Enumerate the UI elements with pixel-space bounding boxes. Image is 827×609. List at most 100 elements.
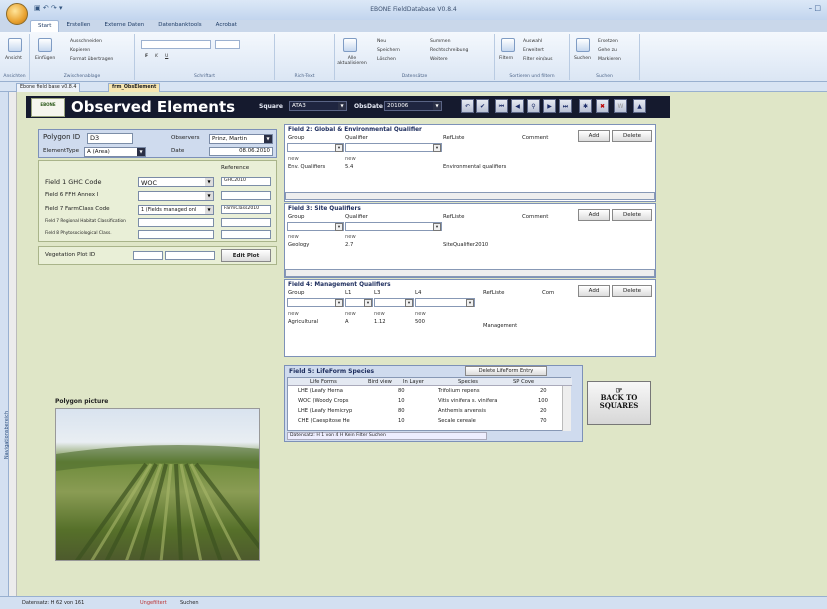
- font-family-select[interactable]: [141, 40, 211, 49]
- doc-tab-switchboard[interactable]: Ebone field base v0.8.4: [16, 83, 81, 92]
- first-record-icon[interactable]: ⏮: [495, 99, 508, 113]
- field1-reference[interactable]: GHC2010: [221, 177, 271, 186]
- table-cell[interactable]: LHE (Leafy Hemicryp: [298, 408, 352, 414]
- table-cell[interactable]: 10: [398, 398, 405, 404]
- field1-select[interactable]: WOC ▼: [138, 177, 214, 187]
- field8-reference[interactable]: [221, 230, 271, 239]
- table-cell[interactable]: Vitis vinifera s. vinifera: [438, 398, 498, 404]
- table-cell[interactable]: 80: [398, 388, 405, 394]
- col-header[interactable]: Bird view: [368, 379, 392, 385]
- excel-icon[interactable]: ▲: [633, 99, 646, 113]
- filter-icon[interactable]: [501, 38, 515, 52]
- tab-datenbanktools[interactable]: Datenbanktools: [151, 20, 208, 32]
- observers-select[interactable]: Prinz, Martin ▼: [209, 134, 273, 144]
- field7-regional-reference[interactable]: [221, 218, 271, 227]
- delete-record-icon[interactable]: ✖: [596, 99, 609, 113]
- field6-reference[interactable]: [221, 191, 271, 200]
- table-cell[interactable]: Env. Qualifiers: [288, 164, 325, 170]
- table-cell[interactable]: 10: [398, 418, 405, 424]
- copy-button[interactable]: Kopieren: [70, 48, 90, 53]
- table-cell[interactable]: CHE (Caespitose He: [298, 418, 350, 424]
- delete-lifeform-button[interactable]: Delete LifeForm Entry: [465, 366, 547, 376]
- field6-select[interactable]: ▼: [138, 191, 214, 201]
- binoculars-icon[interactable]: ⚲: [527, 99, 540, 113]
- view-icon[interactable]: [8, 38, 22, 52]
- table-cell[interactable]: 100: [538, 398, 548, 404]
- ansicht-button[interactable]: Ansicht: [5, 56, 22, 61]
- field8-input[interactable]: [138, 230, 214, 239]
- vegplot-input-1[interactable]: [133, 251, 163, 260]
- field2-add-button[interactable]: Add: [578, 130, 610, 142]
- table-cell[interactable]: Anthemis arvensis: [438, 408, 486, 414]
- new-row-cell[interactable]: new: [345, 311, 356, 317]
- word-icon[interactable]: W: [614, 99, 627, 113]
- horizontal-scrollbar[interactable]: [285, 269, 655, 277]
- paste-button[interactable]: Einfügen: [35, 56, 55, 61]
- qualifier-filter-select[interactable]: ▾: [345, 222, 442, 231]
- table-cell[interactable]: Secale cereale: [438, 418, 476, 424]
- obsdate-select[interactable]: 201006 ▼: [384, 101, 442, 111]
- field4-delete-button[interactable]: Delete: [612, 285, 652, 297]
- new-row-cell[interactable]: new: [288, 156, 299, 162]
- new-row-cell[interactable]: new: [345, 156, 356, 162]
- refresh-all-button[interactable]: Alle aktualisieren: [337, 56, 367, 66]
- binoculars-icon[interactable]: [576, 38, 590, 52]
- refresh-icon[interactable]: [343, 38, 357, 52]
- last-record-icon[interactable]: ⏭: [559, 99, 572, 113]
- qualifier-filter-select[interactable]: ▾: [345, 143, 442, 152]
- table-cell[interactable]: WOC (Woody Crops: [298, 398, 349, 404]
- goto-button[interactable]: Gehe zu: [598, 48, 617, 53]
- totals-button[interactable]: Summen: [430, 39, 451, 44]
- toggle-filter-button[interactable]: Filter ein/aus: [523, 57, 553, 62]
- save-record-button[interactable]: Speichern: [377, 48, 400, 53]
- col-header[interactable]: In Layer: [403, 379, 424, 385]
- table-cell[interactable]: 20: [540, 388, 547, 394]
- field4-add-button[interactable]: Add: [578, 285, 610, 297]
- table-cell[interactable]: 500: [415, 319, 425, 325]
- record-selector[interactable]: [9, 92, 17, 597]
- table-cell[interactable]: 20: [540, 408, 547, 414]
- delete-record-button[interactable]: Löschen: [377, 57, 396, 62]
- table-cell[interactable]: Trifolium repens: [438, 388, 480, 394]
- select-button[interactable]: Markieren: [598, 57, 621, 62]
- new-row-cell[interactable]: new: [288, 311, 299, 317]
- horizontal-scrollbar[interactable]: [285, 192, 655, 200]
- col-header[interactable]: SP Cove: [513, 379, 534, 385]
- col-header[interactable]: Species: [458, 379, 478, 385]
- format-painter-button[interactable]: Format übertragen: [70, 57, 113, 62]
- polygon-id-input[interactable]: D3: [87, 133, 133, 144]
- table-cell[interactable]: Management: [483, 323, 517, 329]
- replace-button[interactable]: Ersetzen: [598, 39, 618, 44]
- new-row-cell[interactable]: new: [288, 234, 299, 240]
- selection-button[interactable]: Auswahl: [523, 39, 542, 44]
- new-row-cell[interactable]: new: [415, 311, 426, 317]
- table-cell[interactable]: SiteQualifier2010: [443, 242, 488, 248]
- office-button[interactable]: [6, 3, 28, 25]
- tab-erstellen[interactable]: Erstellen: [59, 20, 97, 32]
- italic-button[interactable]: K: [155, 54, 158, 59]
- new-record-icon[interactable]: ✱: [579, 99, 592, 113]
- paste-icon[interactable]: [38, 38, 52, 52]
- next-record-icon[interactable]: ▶: [543, 99, 556, 113]
- table-cell[interactable]: A: [345, 319, 349, 325]
- advanced-button[interactable]: Erweitert: [523, 48, 544, 53]
- field2-delete-button[interactable]: Delete: [612, 130, 652, 142]
- bold-button[interactable]: F: [145, 54, 148, 59]
- table-cell[interactable]: 1.12: [374, 319, 386, 325]
- previous-record-icon[interactable]: ◀: [511, 99, 524, 113]
- edit-plot-button[interactable]: Edit Plot: [221, 249, 271, 262]
- filter-button[interactable]: Filtern: [499, 56, 513, 61]
- species-record-nav[interactable]: Datensatz: H 1 von 4 H Kein Filter Suche…: [287, 432, 487, 440]
- new-row-cell[interactable]: new: [374, 311, 385, 317]
- font-size-select[interactable]: [215, 40, 240, 49]
- col-header[interactable]: Life Forms: [310, 379, 337, 385]
- table-cell[interactable]: 2.7: [345, 242, 353, 248]
- new-row-cell[interactable]: new: [345, 234, 356, 240]
- field3-delete-button[interactable]: Delete: [612, 209, 652, 221]
- table-cell[interactable]: LHE (Leafy Herna: [298, 388, 343, 394]
- group-filter-select[interactable]: ▾: [287, 143, 344, 152]
- l4-filter-select[interactable]: ▾: [415, 298, 475, 307]
- table-cell[interactable]: Environmental qualifiers: [443, 164, 506, 170]
- tab-acrobat[interactable]: Acrobat: [209, 20, 244, 32]
- date-input[interactable]: 08.06.2010: [209, 147, 273, 156]
